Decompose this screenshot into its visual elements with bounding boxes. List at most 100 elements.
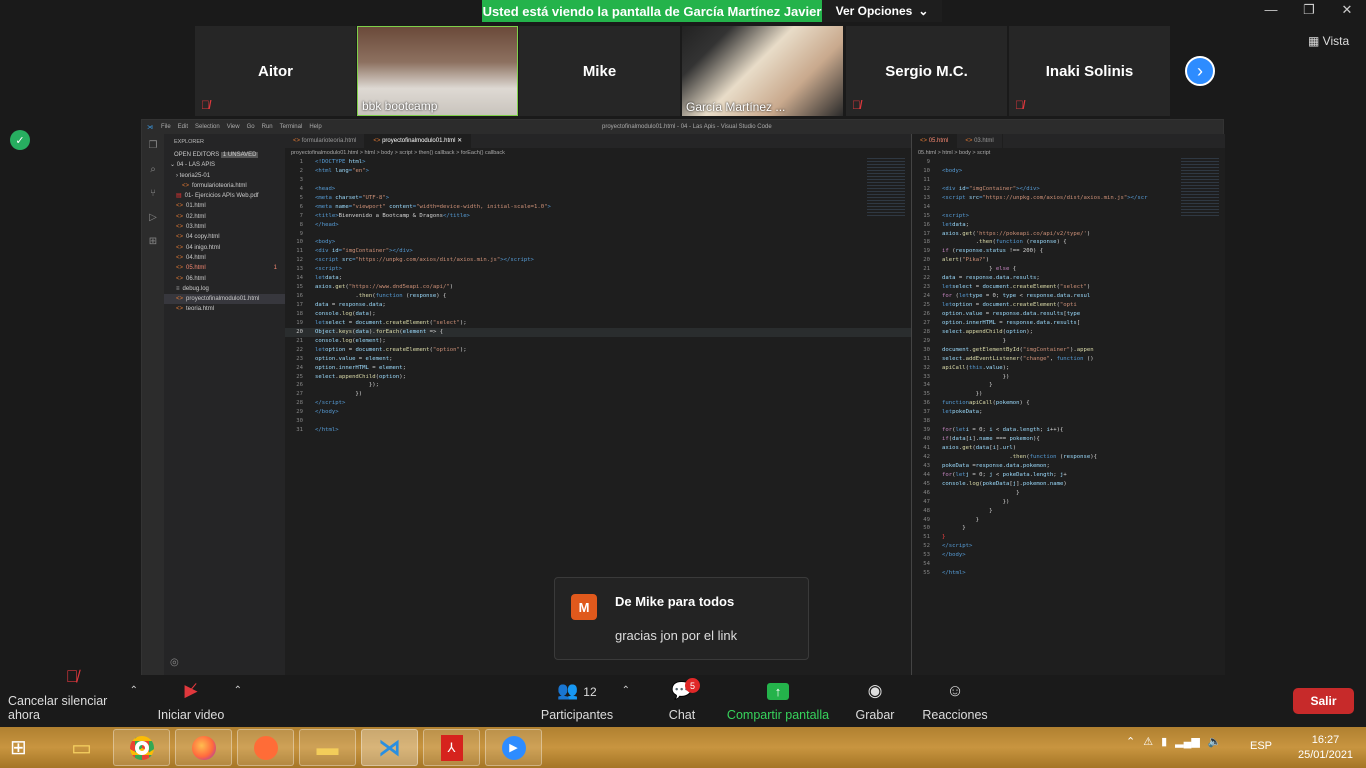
record-label: Grabar [855, 708, 895, 722]
postman-icon[interactable] [237, 729, 294, 766]
html-file-icon: <> [176, 234, 184, 241]
menu-item[interactable]: Run [262, 124, 273, 130]
chevron-down-icon: ⌄ [918, 4, 929, 18]
editor-tab[interactable]: <> formularioteoria.html [285, 134, 366, 148]
menu-item[interactable]: Selection [195, 124, 220, 130]
html-file-icon: <> [176, 203, 184, 210]
file-name: proyectofinalmodulo01.html [186, 296, 260, 303]
file-item[interactable]: › teoria25-01 [164, 171, 285, 181]
file-item-selected[interactable]: <> proyectofinalmodulo01.html [164, 294, 285, 305]
volume-icon[interactable]: 🔈 [1208, 735, 1222, 748]
extensions-icon[interactable]: ⊞ [142, 230, 164, 254]
minimap[interactable] [1181, 158, 1219, 218]
menu-item[interactable]: Help [309, 124, 321, 130]
security-shield-icon[interactable]: ✓ [10, 130, 30, 150]
chevron-up-icon[interactable]: ⌃ [1126, 735, 1135, 748]
breadcrumb: 05.html > html > body > script [918, 150, 991, 156]
menu-item[interactable]: File [161, 124, 171, 130]
reactions-button[interactable]: ☺ Reacciones [922, 675, 987, 727]
editor-tab[interactable]: <> 03.html [957, 134, 1003, 148]
battery-icon[interactable]: ▮ [1161, 735, 1167, 748]
chevron-up-icon[interactable]: ⌃ [130, 685, 138, 696]
html-file-icon: <> [176, 306, 184, 313]
leave-button[interactable]: Salir [1293, 688, 1354, 714]
participant-tile[interactable]: Sergio M.C. 🎙̸ [846, 26, 1007, 116]
acrobat-icon[interactable]: ⅄ [423, 729, 480, 766]
chat-unread-badge: 5 [685, 678, 700, 693]
wifi-signal-icon[interactable]: ▂▄▆ [1175, 735, 1200, 748]
file-name: 03.html [186, 224, 206, 231]
menu-item[interactable]: Go [247, 124, 255, 130]
file-item[interactable]: <> teoria.html [164, 304, 285, 314]
vscode-window-title: proyectofinalmodulo01.html - 04 - Las Ap… [602, 124, 772, 130]
menu-item[interactable]: Terminal [280, 124, 303, 130]
file-item[interactable]: <> 02.html [164, 212, 285, 222]
video-label: Iniciar video [157, 708, 225, 722]
minimap[interactable] [867, 158, 905, 218]
file-item[interactable]: <> 04 inigo.html [164, 243, 285, 253]
clock[interactable]: 16:27 25/01/2021 [1298, 733, 1353, 763]
search-icon[interactable]: ⌕ [142, 158, 164, 182]
source-control-icon[interactable]: ⑂ [142, 182, 164, 206]
zoom-taskbar-icon[interactable]: ▶ [485, 729, 542, 766]
file-item[interactable]: <> 04 copy.html [164, 232, 285, 242]
participant-video-tile[interactable]: bbk bootcamp [357, 26, 518, 116]
code-area[interactable]: 9 10 <body> 11 12 <div id="imgContainer">… [912, 158, 1225, 578]
chevron-up-icon[interactable]: ⌃ [234, 685, 242, 696]
firefox-icon[interactable] [175, 729, 232, 766]
chat-message: gracias jon por el link [615, 628, 738, 643]
minimize-icon[interactable]: — [1252, 0, 1290, 22]
share-label: Compartir pantalla [726, 708, 830, 722]
menu-item[interactable]: Edit [178, 124, 188, 130]
file-item[interactable]: <> 03.html [164, 222, 285, 232]
editor-tab-active[interactable]: <> 05.html [912, 134, 958, 148]
reactions-icon: ☺ [946, 681, 964, 700]
account-icon[interactable]: ◎ [170, 657, 179, 668]
file-item[interactable]: <> 01.html [164, 201, 285, 211]
html-file-icon: <> [176, 224, 184, 231]
view-options-button[interactable]: Ver Opciones ⌄ [822, 0, 942, 22]
start-video-button[interactable]: ▶̸ Iniciar video ⌃ [156, 675, 242, 727]
close-icon[interactable]: ✕ [457, 138, 462, 144]
participant-video-tile[interactable]: García Martínez ... [682, 26, 843, 116]
close-icon[interactable]: ✕ [1328, 0, 1366, 22]
participant-tile[interactable]: Mike [519, 26, 680, 116]
folder-root[interactable]: ⌄ 04 - LAS APIS [164, 160, 285, 170]
view-button[interactable]: ▦ Vista [1308, 34, 1349, 48]
file-item[interactable]: <> 05.html 1 [164, 263, 285, 273]
record-button[interactable]: ◉ Grabar [855, 675, 895, 727]
file-item[interactable]: ▤ 01- Ejercicios APIs Web.pdf [164, 191, 285, 201]
file-item[interactable]: ≡ debug.log [164, 284, 285, 294]
windows-start-icon[interactable]: ⊞ [10, 735, 27, 760]
participant-tile[interactable]: Inaki Solinis 🎙̸ [1009, 26, 1170, 116]
file-name: 01- Ejercicios APIs Web.pdf [184, 193, 259, 200]
chat-notification[interactable]: M De Mike para todos gracias jon por el … [554, 577, 809, 660]
file-item[interactable]: <> formularioteoria.html [164, 181, 285, 191]
folder-icon[interactable]: ▬ [299, 729, 356, 766]
open-editors-section[interactable]: OPEN EDITORS 1 UNSAVED [164, 150, 285, 160]
file-explorer-yellow-icon[interactable]: ▭ [53, 729, 110, 766]
participants-button[interactable]: 👥 12 Participantes ⌃ [540, 675, 630, 727]
participants-count: 12 [583, 685, 597, 699]
vscode-taskbar-icon[interactable]: ⋊ [361, 729, 418, 766]
participant-name: Sergio M.C. [885, 62, 968, 80]
mute-button[interactable]: 🎙̸ Cancelar silenciar ahora ⌃ [8, 667, 138, 727]
network-warning-icon[interactable]: ⚠ [1143, 735, 1153, 748]
code-area[interactable]: 1 <!DOCTYPE html> 2 <html lang="en"> 3 4 <h… [285, 158, 911, 435]
file-item[interactable]: <> 04.html [164, 253, 285, 263]
maximize-icon[interactable]: ❐ [1290, 0, 1328, 22]
files-icon[interactable]: ❐ [142, 134, 164, 158]
participant-tile[interactable]: Aitor 🎙̸ [195, 26, 356, 116]
run-debug-icon[interactable]: ▷ [142, 206, 164, 230]
menu-item[interactable]: View [227, 124, 240, 130]
chrome-icon[interactable] [113, 729, 170, 766]
file-item[interactable]: <> 06.html [164, 274, 285, 284]
window-controls: — ❐ ✕ [1252, 0, 1366, 22]
share-screen-button[interactable]: ↑ Compartir pantalla [726, 675, 830, 727]
time: 16:27 [1311, 734, 1340, 746]
participant-name: Aitor [258, 62, 293, 80]
editor-tab-active[interactable]: <> proyectofinalmodulo01.html ✕ [365, 134, 472, 148]
chevron-up-icon[interactable]: ⌃ [622, 685, 630, 696]
language-indicator[interactable]: ESP [1250, 740, 1272, 752]
next-page-button[interactable]: › [1185, 56, 1215, 86]
